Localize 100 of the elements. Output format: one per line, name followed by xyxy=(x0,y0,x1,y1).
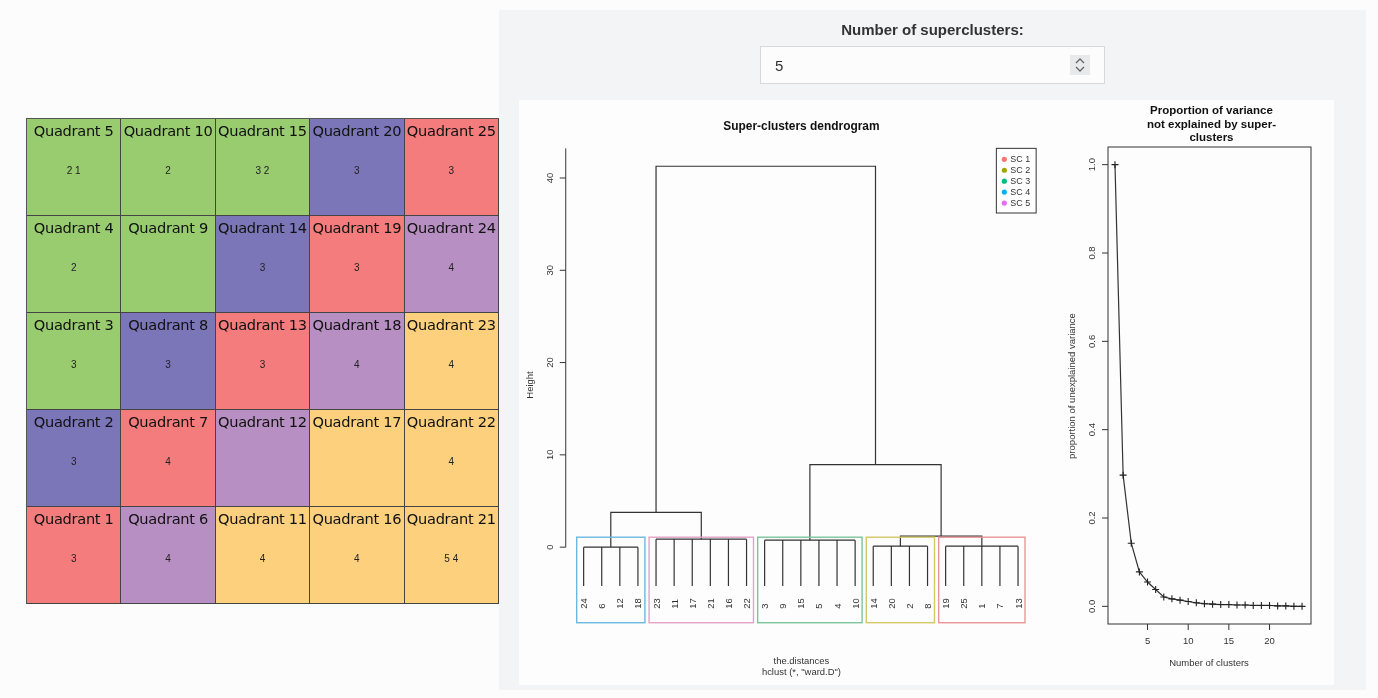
plus-marker xyxy=(1249,601,1258,610)
quadrant-label: Quadrant 10 xyxy=(123,122,213,139)
axis-tick-label: 20 xyxy=(1264,635,1275,646)
plus-marker xyxy=(1273,601,1282,610)
plus-marker xyxy=(1143,578,1152,587)
plus-marker xyxy=(1289,602,1298,611)
quadrant-value: 5 4 xyxy=(444,553,459,564)
quadrant-label: Quadrant 5 xyxy=(33,122,114,139)
quadrant-label: Quadrant 20 xyxy=(312,122,402,139)
plus-marker xyxy=(1265,601,1274,610)
field-label: Number of superclusters: xyxy=(841,21,1024,38)
plus-marker xyxy=(1257,601,1266,610)
plus-marker xyxy=(1208,600,1217,609)
cluster-branches xyxy=(583,546,639,587)
leaf-label: 13 xyxy=(1012,598,1024,609)
leaf-label: 23 xyxy=(650,598,662,609)
axis-tick-label: 5 xyxy=(1144,635,1151,646)
quadrant-value: 4 xyxy=(165,553,171,564)
quadrant-label: Quadrant 15 xyxy=(218,122,307,139)
plus-marker xyxy=(1159,593,1168,602)
plot-subtitle: hclust (*, "ward.D") xyxy=(761,666,841,678)
leaf-label: 25 xyxy=(958,598,970,609)
spinner-icon[interactable] xyxy=(1069,55,1090,75)
quadrant-value: 4 xyxy=(259,553,266,564)
axis-tick-label: 0.0 xyxy=(1085,599,1097,613)
quadrant-value: 3 xyxy=(259,359,266,370)
quadrant-label: Quadrant 18 xyxy=(312,316,402,333)
quadrant-label: Quadrant 25 xyxy=(406,122,496,139)
leaf-label: 8 xyxy=(921,603,933,609)
leaf-label: 14 xyxy=(867,598,879,609)
axis-label: the.distances xyxy=(773,655,830,667)
quadrant-value: 3 xyxy=(70,456,77,467)
quadrant-value: 3 xyxy=(448,165,455,176)
plus-marker xyxy=(1232,600,1241,610)
leaf-label: 17 xyxy=(686,598,698,609)
quadrant-label: Quadrant 4 xyxy=(33,219,114,236)
legend-label: SC 5 xyxy=(1010,198,1031,209)
quadrant-label: Quadrant 11 xyxy=(218,510,307,527)
plus-marker xyxy=(1192,598,1201,607)
legend-label: SC 2 xyxy=(1010,165,1031,176)
quadrant-value: 3 2 xyxy=(255,165,270,176)
legend-box xyxy=(995,147,1037,214)
axis-tick-label: 0.8 xyxy=(1085,246,1097,260)
leaf-label: 22 xyxy=(740,598,752,609)
plus-marker xyxy=(1151,585,1160,594)
chart-title: Proportion of variance not explained by super-clusters xyxy=(1145,104,1277,145)
plus-marker xyxy=(1297,602,1307,611)
quadrant-label: Quadrant 3 xyxy=(33,316,114,333)
leaf-label: 18 xyxy=(632,598,644,609)
leaf-label: 24 xyxy=(578,598,590,609)
plus-marker xyxy=(1200,599,1209,608)
quadrant-label: Quadrant 14 xyxy=(218,219,307,236)
plus-marker xyxy=(1110,160,1119,169)
quadrant-label: Quadrant 24 xyxy=(406,219,496,236)
axis-tick-label: 0.6 xyxy=(1085,334,1097,348)
quadrant-label: Quadrant 19 xyxy=(312,219,402,236)
leaf-label: 1 xyxy=(976,603,988,609)
quadrant-label: Quadrant 21 xyxy=(406,510,496,527)
quadrant-label: Quadrant 6 xyxy=(128,510,208,527)
legend-label: SC 3 xyxy=(1010,176,1031,187)
plus-marker xyxy=(1135,567,1144,576)
quadrant-value: 3 xyxy=(70,359,77,370)
axis-label: Number of clusters xyxy=(1169,657,1249,668)
quadrant-value: 4 xyxy=(448,262,455,273)
plus-marker xyxy=(1224,600,1233,609)
quadrant-label: Quadrant 22 xyxy=(406,413,496,430)
leaf-label: 16 xyxy=(722,598,734,609)
plus-marker xyxy=(1127,539,1136,548)
axis-label: Height xyxy=(523,371,535,399)
cluster-branches xyxy=(872,545,929,587)
leaf-label: 9 xyxy=(777,603,789,609)
quadrant-label: Quadrant 9 xyxy=(128,219,208,236)
axis-tick-label: 10 xyxy=(543,449,555,461)
legend-label: SC 1 xyxy=(1010,154,1031,165)
axis-tick-label: 15 xyxy=(1223,635,1235,646)
quadrant-value: 2 1 xyxy=(66,165,81,176)
leaf-label: 6 xyxy=(596,603,608,609)
plus-marker xyxy=(1119,471,1128,480)
leaf-label: 4 xyxy=(831,603,843,609)
plus-marker xyxy=(1216,600,1225,609)
quadrant-value: 4 xyxy=(448,359,455,370)
leaf-label: 20 xyxy=(885,598,897,609)
plus-marker xyxy=(1241,600,1250,610)
axis-tick-label: 0.2 xyxy=(1085,511,1097,525)
axis-tick-label: 0 xyxy=(543,544,555,550)
quadrant-label: Quadrant 16 xyxy=(312,510,402,527)
leaf-label: 7 xyxy=(994,603,1006,609)
quadrant-label: Quadrant 7 xyxy=(128,413,208,430)
leaf-label: 12 xyxy=(614,598,626,609)
leaf-label: 19 xyxy=(940,598,952,609)
quadrant-value: 3 xyxy=(70,553,77,564)
quadrant-value: 4 xyxy=(448,456,455,467)
plot-title: Super-clusters dendrogram xyxy=(723,119,880,134)
number-input[interactable]: 5 xyxy=(759,46,1105,84)
axis-tick-label: 10 xyxy=(1182,635,1194,646)
axis-label: proportion of unexplained variance xyxy=(1065,313,1077,459)
quadrant-label: Quadrant 12 xyxy=(218,413,307,430)
leaf-label: 2 xyxy=(903,603,915,609)
leaf-label: 3 xyxy=(759,603,771,609)
leaf-label: 21 xyxy=(704,598,716,609)
